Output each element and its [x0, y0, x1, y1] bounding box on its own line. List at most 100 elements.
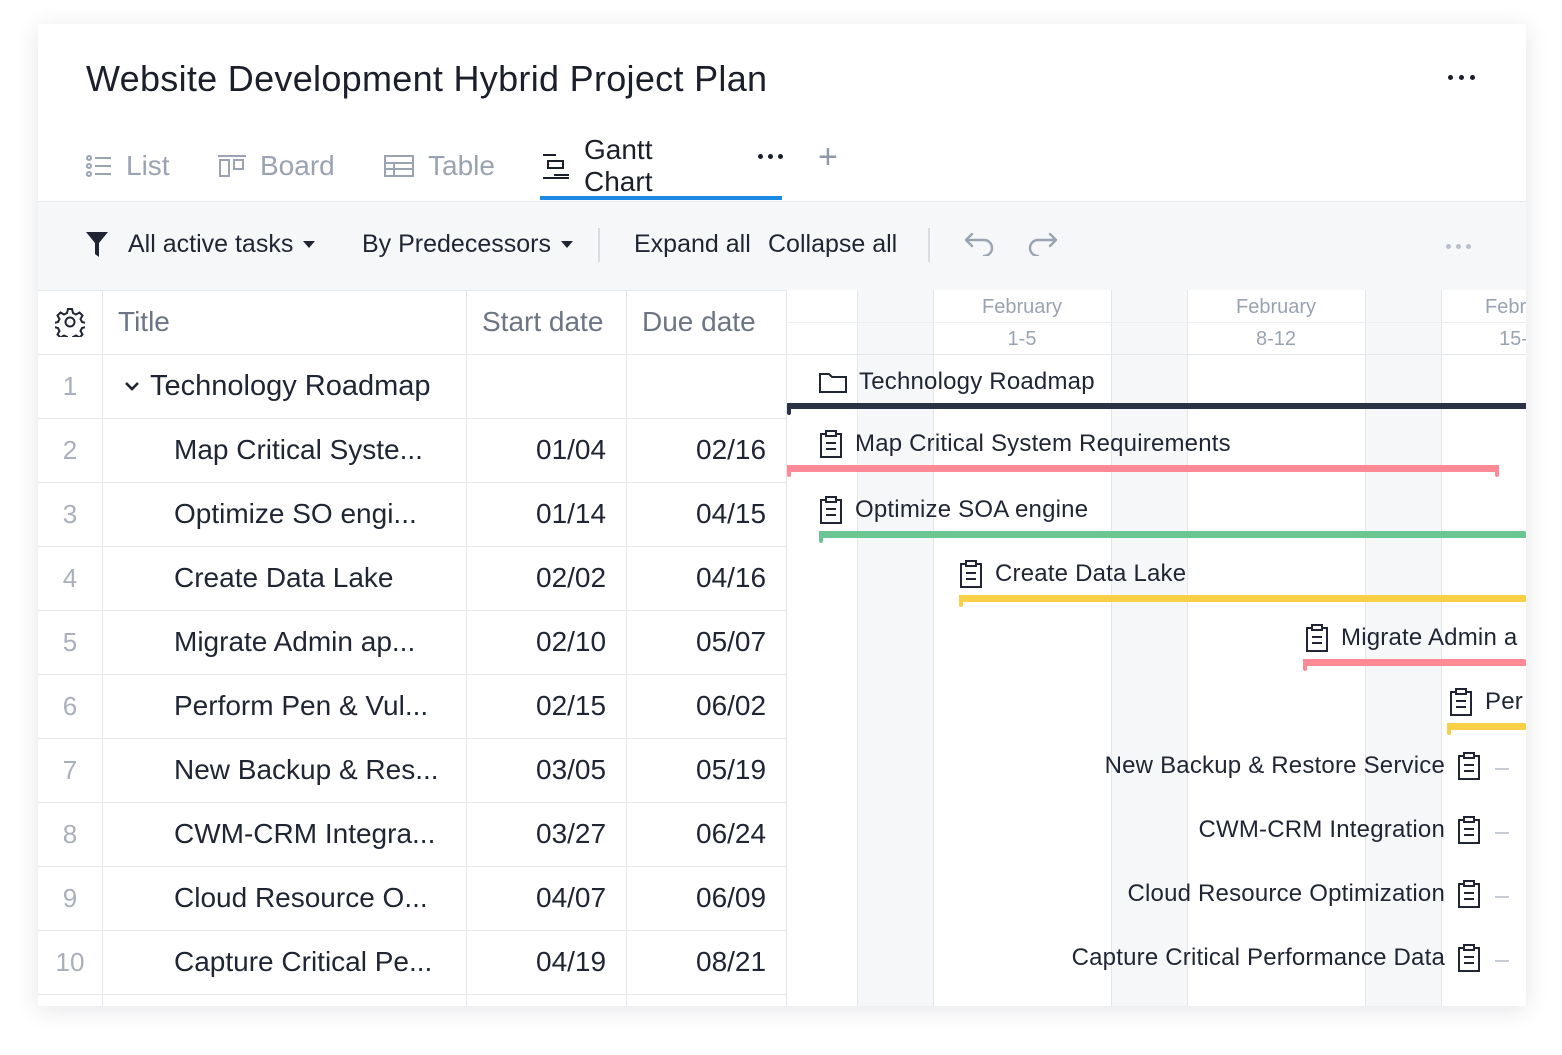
- undo-icon[interactable]: [964, 232, 994, 256]
- task-title-cell[interactable]: Migrate Admin ap...: [174, 610, 415, 674]
- settings-icon[interactable]: [38, 290, 102, 354]
- group-dropdown[interactable]: By Predecessors: [362, 230, 573, 259]
- table-row[interactable]: 1 Technology Roadmap: [38, 354, 786, 419]
- gantt-label-text: Create Data Lake: [995, 560, 1187, 587]
- gantt-task-bar[interactable]: [1303, 659, 1526, 671]
- gantt-item-label[interactable]: Cloud Resource Optimization: [1127, 880, 1481, 908]
- redo-icon[interactable]: [1028, 232, 1058, 256]
- start-date-cell[interactable]: 03/27: [536, 802, 606, 866]
- gantt-item-label[interactable]: Migrate Admin a: [1305, 624, 1517, 652]
- task-title-cell[interactable]: Capture Critical Pe...: [174, 930, 432, 994]
- row-number: 7: [62, 754, 78, 785]
- task-title-cell[interactable]: Map Critical Syste...: [174, 418, 423, 482]
- tab-list[interactable]: List: [86, 134, 170, 198]
- gantt-item-label[interactable]: Optimize SOA engine: [819, 496, 1088, 524]
- gantt-week-range: 15-: [1499, 328, 1526, 350]
- gantt-item-label[interactable]: Capture Critical Performance Data: [1072, 944, 1481, 972]
- gantt-task-bar[interactable]: [959, 595, 1526, 607]
- gantt-task-bar[interactable]: [1447, 723, 1526, 735]
- task-title-cell[interactable]: New Backup & Res...: [174, 738, 439, 802]
- start-date-cell[interactable]: 01/04: [536, 418, 606, 482]
- filter-dropdown[interactable]: All active tasks: [86, 230, 316, 259]
- gantt-label-text: Migrate Admin a: [1341, 624, 1518, 651]
- gantt-task-bar[interactable]: [787, 465, 1499, 477]
- table-row[interactable]: 4 Create Data Lake 02/02 04/16: [38, 546, 786, 611]
- column-divider[interactable]: [626, 290, 627, 1006]
- table-row[interactable]: 5 Migrate Admin ap... 02/10 05/07: [38, 610, 786, 675]
- due-date-cell[interactable]: 04/16: [696, 546, 766, 610]
- table-row[interactable]: 7 New Backup & Res... 03/05 05/19: [38, 738, 786, 803]
- gantt-item-label[interactable]: Per: [1449, 688, 1523, 716]
- start-date-cell[interactable]: 02/10: [536, 610, 606, 674]
- task-grid: Title Start date Due date 1 Technology R…: [38, 290, 786, 1006]
- table-row[interactable]: 9 Cloud Resource O... 04/07 06/09: [38, 866, 786, 931]
- gantt-item-label[interactable]: Map Critical System Requirements: [819, 430, 1231, 458]
- toolbar-more-icon[interactable]: [1446, 244, 1474, 250]
- gantt-group-bar[interactable]: [787, 403, 1526, 415]
- gantt-item-label[interactable]: Create Data Lake: [959, 560, 1186, 588]
- table-row[interactable]: 6 Perform Pen & Vul... 02/15 06/02: [38, 674, 786, 739]
- add-view-icon[interactable]: +: [818, 140, 838, 174]
- folder-icon: [819, 371, 847, 393]
- dependency-line: [1495, 768, 1509, 770]
- gantt-task-bar[interactable]: [819, 531, 1526, 543]
- start-date-cell[interactable]: 02/02: [536, 546, 606, 610]
- column-divider[interactable]: [466, 290, 467, 1006]
- gantt-item-label[interactable]: Technology Roadmap: [819, 368, 1095, 396]
- task-title-cell[interactable]: Create Data Lake: [174, 546, 393, 610]
- tab-more-icon[interactable]: [758, 154, 786, 162]
- gantt-label-text: Technology Roadmap: [859, 368, 1095, 395]
- table-row[interactable]: 8 CWM-CRM Integra... 03/27 06/24: [38, 802, 786, 867]
- dependency-line: [1495, 960, 1509, 962]
- start-date-column-header[interactable]: Start date: [482, 290, 603, 354]
- task-title-cell[interactable]: Optimize SO engi...: [174, 482, 417, 546]
- gantt-item-label[interactable]: New Backup & Restore Service: [1105, 752, 1481, 780]
- clipboard-icon: [819, 430, 843, 458]
- toolbar: All active tasks By Predecessors Expand …: [38, 201, 1526, 291]
- more-options-icon[interactable]: [1448, 72, 1478, 82]
- row-number: 9: [62, 882, 78, 913]
- table-icon: [384, 155, 414, 177]
- due-date-cell[interactable]: 08/21: [696, 930, 766, 994]
- gantt-label-text: CWM-CRM Integration: [1198, 816, 1445, 843]
- clipboard-icon: [1449, 688, 1473, 716]
- table-row[interactable]: 10 Capture Critical Pe... 04/19 08/21: [38, 930, 786, 995]
- gantt-item-label[interactable]: CWM-CRM Integration: [1198, 816, 1481, 844]
- collapse-all-label: Collapse all: [768, 230, 898, 258]
- task-title-cell[interactable]: CWM-CRM Integra...: [174, 802, 435, 866]
- row-number: 6: [62, 690, 78, 721]
- due-date-cell[interactable]: 05/07: [696, 610, 766, 674]
- start-date-cell[interactable]: 04/07: [536, 866, 606, 930]
- expand-all-button[interactable]: Expand all: [634, 230, 751, 259]
- table-row[interactable]: 2 Map Critical Syste... 01/04 02/16: [38, 418, 786, 483]
- dependency-line: [1495, 832, 1509, 834]
- collapse-all-button[interactable]: Collapse all: [768, 230, 897, 259]
- gantt-week-range: 1-5: [1007, 328, 1037, 350]
- due-date-cell[interactable]: 02/16: [696, 418, 766, 482]
- caret-down-icon: [560, 241, 573, 248]
- title-column-header[interactable]: Title: [118, 290, 170, 354]
- tab-table[interactable]: Table: [384, 134, 495, 198]
- tab-gantt-chart[interactable]: Gantt Chart: [542, 134, 652, 198]
- due-date-cell[interactable]: 06/24: [696, 802, 766, 866]
- chevron-down-icon[interactable]: [124, 380, 140, 392]
- due-date-cell[interactable]: 06/09: [696, 866, 766, 930]
- start-date-cell[interactable]: 03/05: [536, 738, 606, 802]
- clipboard-icon: [1457, 944, 1481, 972]
- row-number: 2: [62, 434, 78, 465]
- tab-board[interactable]: Board: [218, 134, 335, 198]
- table-row[interactable]: 3 Optimize SO engi... 01/14 04/15: [38, 482, 786, 547]
- gantt-gridline: [1111, 290, 1112, 1006]
- due-date-cell[interactable]: 04/15: [696, 482, 766, 546]
- due-date-cell[interactable]: 06/02: [696, 674, 766, 738]
- group-title-cell[interactable]: Technology Roadmap: [124, 354, 431, 418]
- start-date-cell[interactable]: 01/14: [536, 482, 606, 546]
- start-date-cell[interactable]: 04/19: [536, 930, 606, 994]
- clipboard-icon: [819, 496, 843, 524]
- task-title-cell[interactable]: Perform Pen & Vul...: [174, 674, 428, 738]
- due-date-cell[interactable]: 05/19: [696, 738, 766, 802]
- start-date-cell[interactable]: 02/15: [536, 674, 606, 738]
- clipboard-icon: [1457, 816, 1481, 844]
- due-date-column-header[interactable]: Due date: [642, 290, 756, 354]
- task-title-cell[interactable]: Cloud Resource O...: [174, 866, 428, 930]
